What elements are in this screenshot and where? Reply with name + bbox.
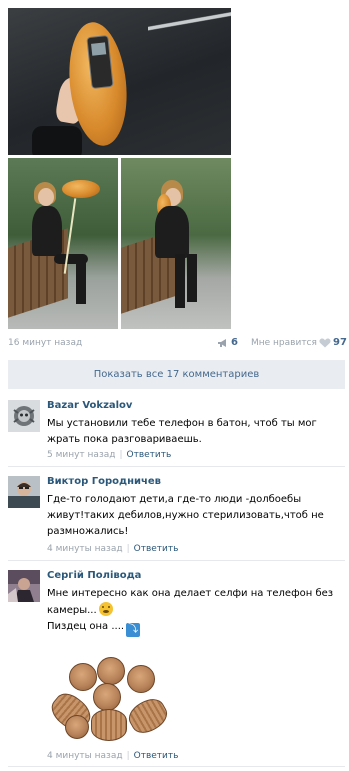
comment-author[interactable]: Виктор Городничев	[47, 476, 161, 487]
cork	[97, 657, 125, 685]
avatar[interactable]	[8, 400, 40, 432]
divider	[8, 766, 345, 767]
comment-text: Мне интересно как она делает селфи на те…	[47, 586, 339, 637]
leg	[175, 254, 185, 308]
post-photo-collage[interactable]	[8, 8, 231, 329]
reply-link[interactable]: Ответить	[127, 450, 172, 460]
smile-emoji-icon	[98, 602, 113, 616]
bread-loaf	[62, 180, 100, 198]
photo-guy-bench[interactable]	[121, 158, 231, 329]
head	[38, 188, 54, 206]
photo-girl-bench[interactable]	[8, 158, 118, 329]
heart-icon[interactable]	[319, 338, 331, 348]
avatar[interactable]	[8, 476, 40, 508]
comment-author[interactable]: Bazar Vokzalov	[47, 400, 132, 411]
comment-time[interactable]: 4 минуты назад	[47, 544, 123, 554]
show-all-comments-button[interactable]: Показать все 17 комментариев	[8, 360, 345, 389]
attached-photo-corks[interactable]	[47, 653, 171, 750]
comment-meta: 4 минуты назад | Ответить	[47, 544, 178, 554]
like-label[interactable]: Мне нравится	[251, 338, 317, 348]
person-body	[155, 206, 189, 258]
divider	[8, 466, 345, 467]
comment-author[interactable]: Сергій Полівода	[47, 570, 141, 581]
person-body	[32, 206, 62, 256]
comment-text-line: Пиздец она ....	[47, 621, 125, 632]
avatar[interactable]	[8, 570, 40, 602]
separator: |	[126, 544, 130, 554]
leg	[187, 254, 197, 302]
road-marking	[148, 8, 231, 38]
comment-time[interactable]: 5 минут назад	[47, 450, 115, 460]
comment-item: Сергій Полівода Мне интересно как она де…	[8, 570, 345, 762]
cork	[127, 665, 155, 693]
photo-bread-phone[interactable]	[8, 8, 231, 155]
post-meta: 16 минут назад 6 Мне нравится 97	[8, 337, 347, 351]
sleeve	[32, 126, 82, 155]
comment-item: Виктор Городничев Где-то голодают дети,а…	[8, 476, 345, 556]
post-timestamp[interactable]: 16 минут назад	[8, 338, 82, 348]
cork	[69, 663, 97, 691]
comment-time[interactable]: 4 минуты назад	[47, 751, 123, 761]
separator: |	[126, 751, 130, 761]
comment-meta: 5 минут назад | Ответить	[47, 450, 171, 460]
reply-link[interactable]: Ответить	[134, 544, 179, 554]
cork	[124, 693, 171, 739]
arrow-down-emoji-icon: ⤵	[126, 623, 141, 637]
comment-text: Где-то голодают дети,а где-то люди -долб…	[47, 494, 324, 537]
cork	[93, 683, 121, 711]
comment-text-line: Мне интересно как она делает селфи на те…	[47, 588, 334, 616]
reply-link[interactable]: Ответить	[134, 751, 179, 761]
separator: |	[119, 450, 123, 460]
cork	[91, 709, 127, 741]
cork	[65, 715, 89, 739]
leg	[76, 258, 86, 304]
divider	[8, 560, 345, 561]
like-count[interactable]: 97	[333, 337, 347, 348]
megaphone-icon[interactable]	[217, 338, 229, 348]
comment-text: Мы установили тебе телефон в батон, чтоб…	[47, 418, 317, 445]
comment-item: Bazar Vokzalov Мы установили тебе телефо…	[8, 400, 345, 462]
comment-meta: 4 минуты назад | Ответить	[47, 751, 178, 761]
share-count[interactable]: 6	[231, 337, 238, 348]
